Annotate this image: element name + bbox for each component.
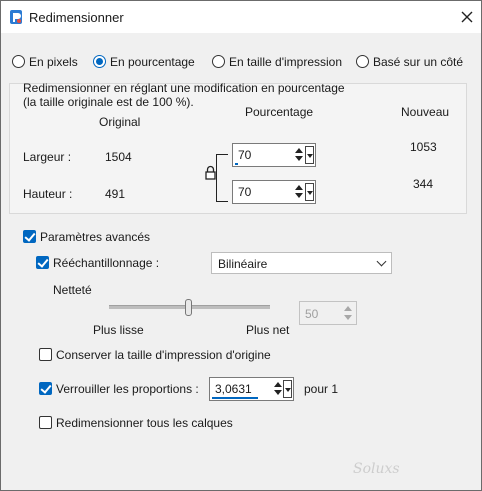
- resize-all-layers-checkbox[interactable]: [39, 416, 52, 429]
- sharpness-value: 50: [305, 307, 319, 321]
- width-percent-dropdown[interactable]: [305, 146, 314, 164]
- width-percent-spinner[interactable]: 70: [232, 143, 316, 167]
- chevron-down-icon: [376, 256, 387, 267]
- sharpness-label: Netteté: [53, 283, 92, 297]
- sharpness-spinner: 50: [299, 301, 357, 325]
- width-new-value: 1053: [410, 140, 437, 154]
- focus-indicator: [235, 163, 238, 165]
- spin-up-icon[interactable]: [295, 148, 303, 153]
- width-percent-input[interactable]: 70: [238, 148, 251, 162]
- ratio-arrows[interactable]: [273, 380, 283, 398]
- resampling-checkbox[interactable]: [36, 256, 49, 269]
- sharpness-slider-thumb[interactable]: [185, 299, 192, 316]
- height-percent-arrows[interactable]: [294, 183, 304, 201]
- radio-base-cote[interactable]: [356, 55, 369, 68]
- group-description: Redimensionner en réglant une modificati…: [23, 81, 345, 95]
- original-column-header: Original: [99, 115, 141, 129]
- percent-column-header: Pourcentage: [245, 105, 314, 119]
- spin-down-icon[interactable]: [295, 193, 303, 198]
- keep-print-size-checkbox[interactable]: [39, 348, 52, 361]
- spin-down-icon[interactable]: [274, 390, 282, 395]
- close-icon[interactable]: [457, 7, 477, 27]
- width-original-value: 1504: [105, 150, 132, 164]
- advanced-settings-label[interactable]: Paramètres avancés: [40, 230, 150, 244]
- height-new-value: 344: [413, 177, 434, 191]
- group-description-note: (la taille originale est de 100 %).: [23, 95, 194, 109]
- watermark: Soluxs: [353, 461, 400, 477]
- resampling-select[interactable]: Bilinéaire: [211, 252, 392, 274]
- height-label: Hauteur :: [23, 187, 73, 201]
- ratio-input[interactable]: 3,0631: [215, 382, 252, 396]
- lock-icon[interactable]: [205, 165, 216, 181]
- height-original-value: 491: [105, 187, 126, 201]
- ratio-suffix: pour 1: [304, 382, 339, 396]
- sharper-label: Plus net: [246, 323, 290, 337]
- radio-taille-impression[interactable]: [212, 55, 225, 68]
- resampling-label[interactable]: Rééchantillonnage :: [53, 256, 159, 270]
- radio-en-pourcentage[interactable]: [93, 55, 106, 68]
- height-percent-dropdown[interactable]: [305, 183, 314, 201]
- resampling-value: Bilinéaire: [218, 257, 268, 271]
- ratio-spinner[interactable]: 3,0631: [209, 377, 294, 401]
- smoother-label: Plus lisse: [93, 323, 144, 337]
- height-percent-input[interactable]: 70: [238, 185, 251, 199]
- spin-down-icon[interactable]: [295, 156, 303, 161]
- resize-dialog: Redimensionner En pixels En pourcentage …: [0, 0, 482, 491]
- spin-up-icon[interactable]: [274, 382, 282, 387]
- title-bar: Redimensionner: [1, 1, 481, 33]
- resize-all-layers-label[interactable]: Redimensionner tous les calques: [56, 416, 233, 430]
- advanced-settings-checkbox[interactable]: [23, 230, 36, 243]
- link-bracket: [216, 154, 228, 202]
- width-percent-arrows[interactable]: [294, 146, 304, 164]
- window-title: Redimensionner: [29, 10, 124, 25]
- radio-en-pixels-label[interactable]: En pixels: [29, 55, 78, 69]
- ratio-dropdown[interactable]: [283, 380, 292, 398]
- radio-base-cote-label[interactable]: Basé sur un côté: [373, 55, 463, 69]
- spin-up-icon: [344, 306, 352, 311]
- focus-indicator: [212, 397, 258, 399]
- lock-ratio-label[interactable]: Verrouiller les proportions :: [56, 382, 199, 396]
- lock-ratio-checkbox[interactable]: [39, 382, 52, 395]
- height-percent-spinner[interactable]: 70: [232, 180, 316, 204]
- spin-up-icon[interactable]: [295, 185, 303, 190]
- keep-print-size-label[interactable]: Conserver la taille d'impression d'origi…: [56, 348, 271, 362]
- radio-en-pixels[interactable]: [12, 55, 25, 68]
- radio-taille-impression-label[interactable]: En taille d'impression: [229, 55, 342, 69]
- radio-en-pourcentage-label[interactable]: En pourcentage: [110, 55, 195, 69]
- width-label: Largeur :: [23, 150, 72, 164]
- app-icon: [10, 10, 22, 24]
- new-column-header: Nouveau: [401, 105, 450, 119]
- spin-down-icon: [344, 315, 352, 320]
